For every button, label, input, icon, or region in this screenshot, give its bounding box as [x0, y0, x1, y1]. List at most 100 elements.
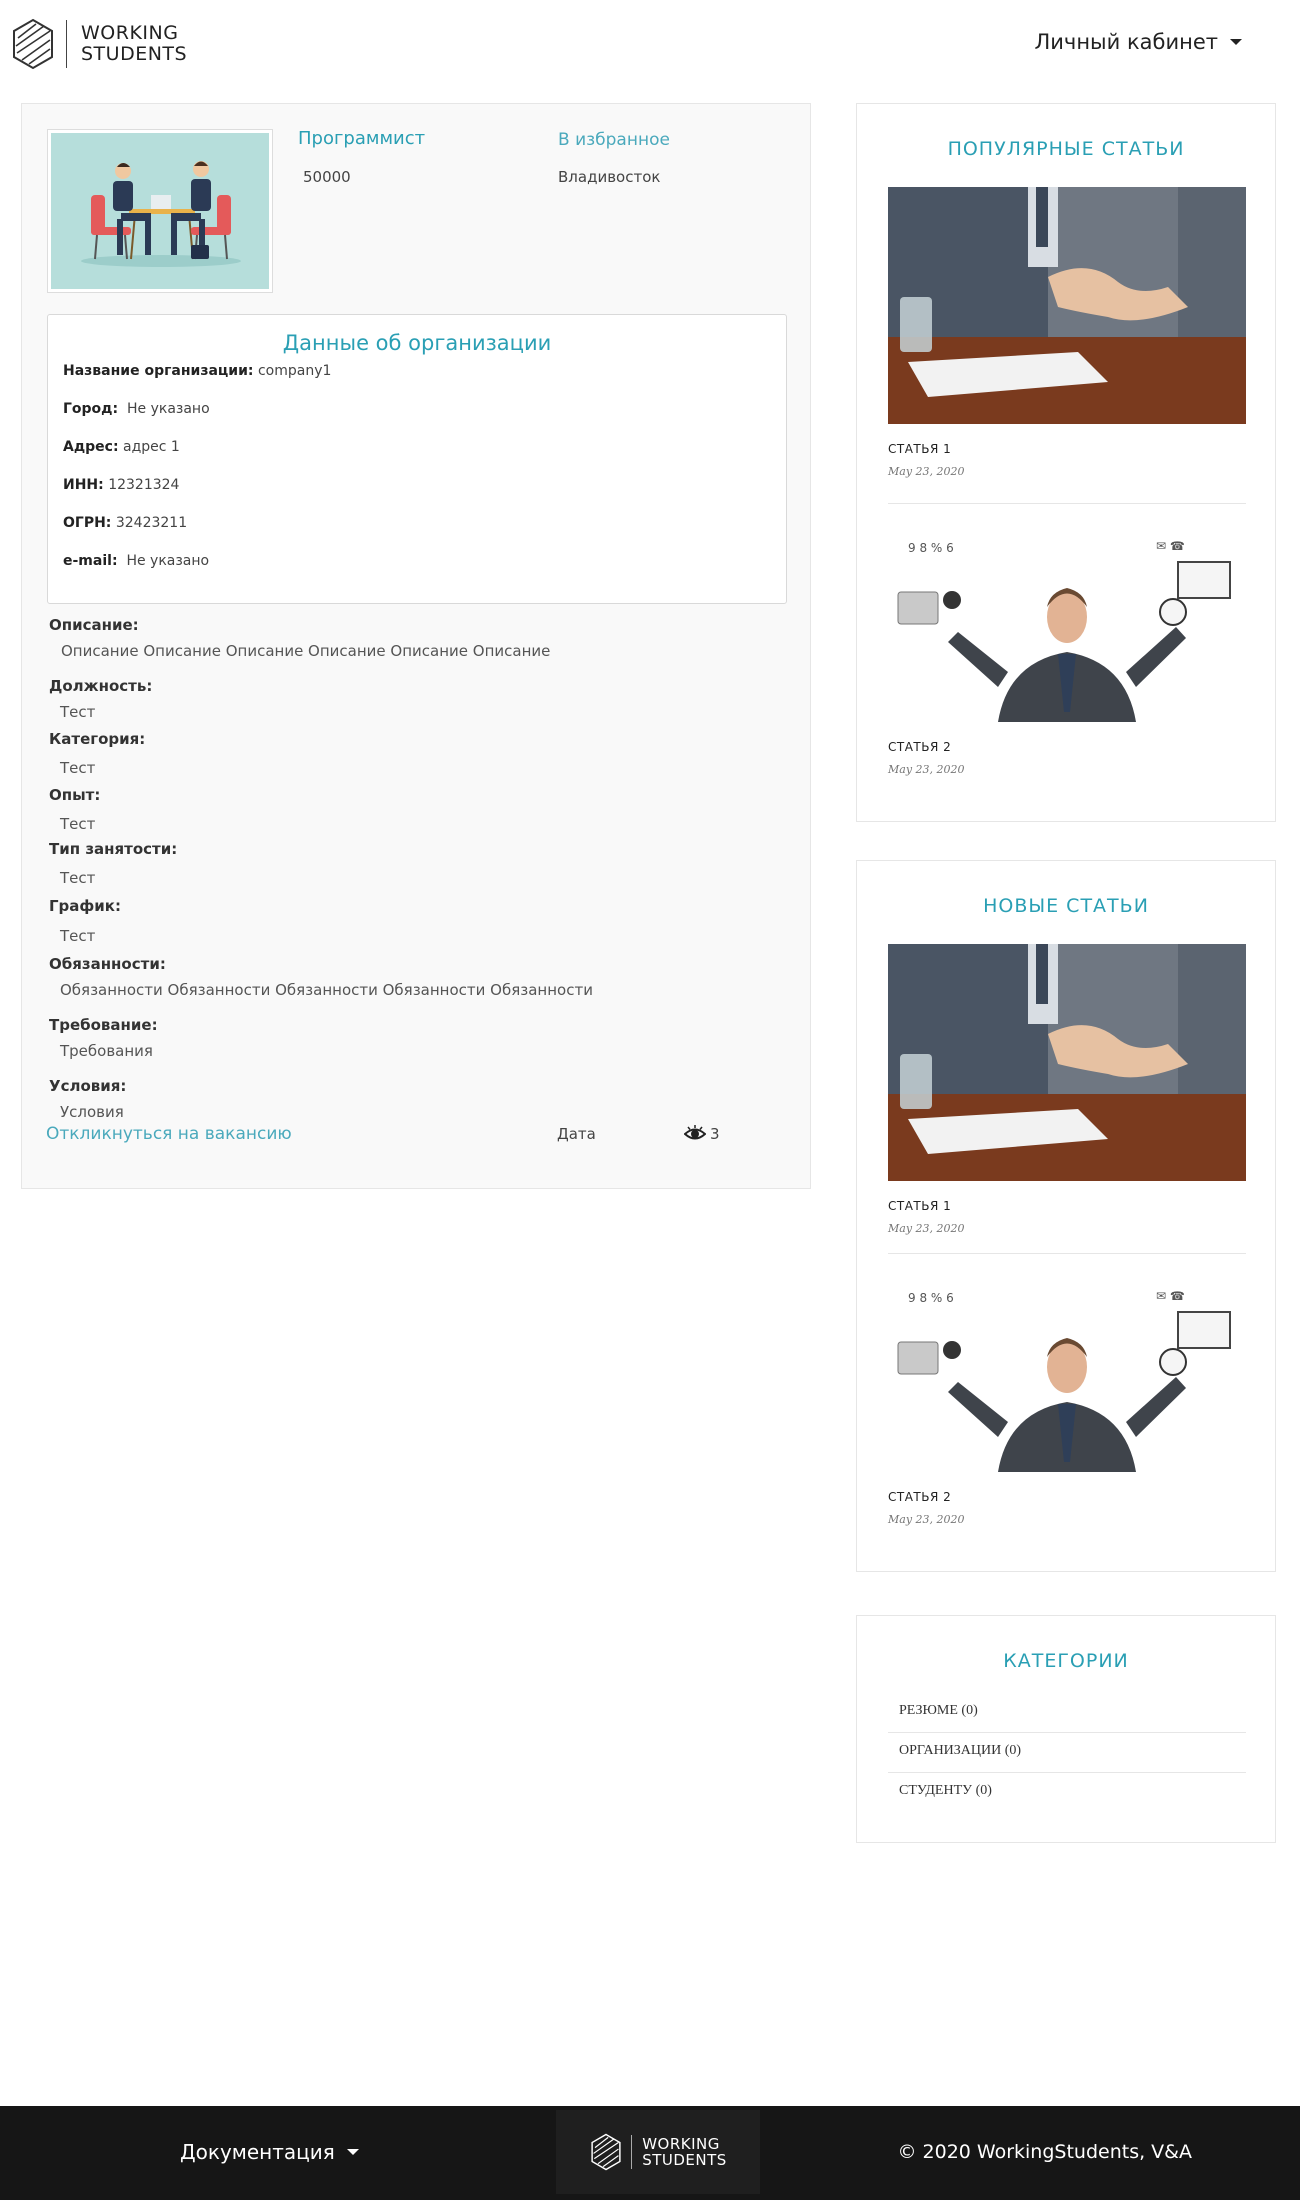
article-divider — [888, 503, 1246, 504]
org-row-label: e-mail: — [63, 553, 118, 569]
site-logo[interactable]: WORKING STUDENTS — [12, 18, 187, 70]
date-label: Дата — [557, 1125, 596, 1143]
categories-widget: КАТЕГОРИИ РЕЗЮМЕ (0) ОРГАНИЗАЦИИ (0) СТУ… — [856, 1615, 1276, 1843]
svg-text:9 8 % 6: 9 8 % 6 — [908, 1291, 954, 1305]
views-counter: 3 — [684, 1124, 720, 1144]
logo-divider — [66, 20, 67, 68]
article-image-handshake[interactable] — [888, 187, 1246, 424]
svg-text:✉ ☎: ✉ ☎ — [1156, 1289, 1185, 1303]
org-row-value: company1 — [257, 363, 332, 379]
article-name[interactable]: СТАТЬЯ 1 — [888, 1199, 1246, 1213]
field-value-category: Тест — [60, 759, 96, 777]
account-menu-dropdown[interactable]: Личный кабинет — [1034, 30, 1242, 54]
popular-articles-title: ПОПУЛЯРНЫЕ СТАТЬИ — [947, 138, 1185, 160]
logo-divider — [631, 2135, 633, 2169]
multitasking-man-photo-icon: 9 8 % 6 ✉ ☎ — [888, 522, 1246, 722]
copyright-text: © 2020 WorkingStudents, V&A — [897, 2141, 1192, 2163]
org-row-label: Город: — [63, 401, 119, 417]
article-image-multitasking[interactable]: 9 8 % 6 ✉ ☎ — [888, 522, 1246, 722]
vacancy-salary: 50000 — [303, 168, 351, 186]
documentation-dropdown[interactable]: Документация — [180, 2140, 359, 2164]
field-label-employment-type: Тип занятости: — [49, 840, 178, 858]
logo-line-2: STUDENTS — [642, 2151, 727, 2169]
apply-vacancy-link[interactable]: Откликнуться на вакансию — [46, 1124, 292, 1144]
org-row-value: 12321324 — [108, 477, 180, 493]
category-item-resume[interactable]: РЕЗЮМЕ (0) — [899, 1703, 978, 1719]
org-row-value: Не указано — [127, 401, 210, 417]
multitasking-man-photo-icon: 9 8 % 6 ✉ ☎ — [888, 1272, 1246, 1472]
field-label-position: Должность: — [49, 677, 153, 695]
org-row-label: ОГРН: — [63, 515, 112, 531]
article-card[interactable]: СТАТЬЯ 1 May 23, 2020 — [888, 944, 1246, 1235]
caret-down-icon — [1230, 39, 1242, 45]
interview-illustration-icon — [51, 133, 269, 289]
vacancy-illustration — [47, 129, 273, 293]
category-divider — [888, 1772, 1246, 1773]
logo-line-1: WORKING — [81, 22, 179, 44]
logo-line-2: STUDENTS — [81, 43, 188, 65]
article-card[interactable]: 9 8 % 6 ✉ ☎ СТАТЬЯ 2 May 23, 2020 — [888, 1272, 1246, 1526]
field-value-employment-type: Тест — [60, 869, 96, 887]
org-row-email: e-mail: Не указано — [63, 553, 209, 569]
caret-down-icon — [346, 2149, 359, 2155]
vacancy-city: Владивосток — [558, 168, 661, 186]
field-value-conditions: Условия — [60, 1103, 124, 1121]
org-row-value: Не указано — [126, 553, 210, 569]
article-name[interactable]: СТАТЬЯ 2 — [888, 1490, 1246, 1504]
categories-title: КАТЕГОРИИ — [1003, 1650, 1129, 1672]
category-divider — [888, 1732, 1246, 1733]
category-item-student[interactable]: СТУДЕНТУ (0) — [899, 1783, 992, 1799]
org-row-city: Город: Не указано — [63, 401, 210, 417]
handshake-photo-icon — [888, 944, 1246, 1181]
vacancy-title[interactable]: Программист — [298, 128, 425, 149]
field-label-experience: Опыт: — [49, 786, 101, 804]
svg-text:✉ ☎: ✉ ☎ — [1156, 539, 1185, 553]
hexagon-logo-icon — [13, 18, 53, 70]
views-count: 3 — [710, 1125, 720, 1143]
article-image-multitasking[interactable]: 9 8 % 6 ✉ ☎ — [888, 1272, 1246, 1472]
svg-text:9 8 % 6: 9 8 % 6 — [908, 541, 954, 555]
eye-icon — [684, 1125, 706, 1140]
field-label-description: Описание: — [49, 616, 139, 634]
org-row-label: ИНН: — [63, 477, 104, 493]
org-row-ogrn: ОГРН: 32423211 — [63, 515, 187, 531]
field-value-description: Описание Описание Описание Описание Опис… — [61, 642, 551, 660]
logo-text: WORKING STUDENTS — [81, 23, 187, 65]
article-image-handshake[interactable] — [888, 944, 1246, 1181]
field-label-requirements: Требование: — [49, 1016, 158, 1034]
add-to-favorites-link[interactable]: В избранное — [558, 130, 670, 150]
account-menu-label: Личный кабинет — [1034, 30, 1218, 54]
article-name[interactable]: СТАТЬЯ 1 — [888, 442, 1246, 456]
org-row-label: Название организации: — [63, 363, 254, 379]
article-divider — [888, 1253, 1246, 1254]
field-value-position: Тест — [60, 703, 96, 721]
field-label-duties: Обязанности: — [49, 955, 166, 973]
field-value-experience: Тест — [60, 815, 96, 833]
field-value-schedule: Тест — [60, 927, 96, 945]
hexagon-logo-icon — [591, 2133, 621, 2171]
field-label-schedule: График: — [49, 897, 121, 915]
org-row-address: Адрес: адрес 1 — [63, 439, 180, 455]
org-row-value: 32423211 — [115, 515, 188, 531]
new-articles-title: НОВЫЕ СТАТЬИ — [983, 895, 1149, 917]
vacancy-card: Программист 50000 В избранное Владивосто… — [21, 103, 811, 1189]
field-label-conditions: Условия: — [49, 1077, 127, 1095]
article-date: May 23, 2020 — [888, 763, 965, 776]
org-row-inn: ИНН: 12321324 — [63, 477, 179, 493]
category-item-organizations[interactable]: ОРГАНИЗАЦИИ (0) — [899, 1743, 1021, 1759]
popular-articles-widget: ПОПУЛЯРНЫЕ СТАТЬИ СТАТЬЯ 1 May 23, 2020 — [856, 103, 1276, 822]
article-date: May 23, 2020 — [888, 1513, 965, 1526]
org-row-name: Название организации: company1 — [63, 363, 331, 379]
article-name[interactable]: СТАТЬЯ 2 — [888, 740, 1246, 754]
org-row-value: адрес 1 — [123, 439, 180, 455]
organization-info-box: Данные об организации Название организац… — [47, 314, 787, 604]
new-articles-widget: НОВЫЕ СТАТЬИ СТАТЬЯ 1 May 23, 2020 9 8 %… — [856, 860, 1276, 1572]
article-date: May 23, 2020 — [888, 1222, 965, 1235]
footer-logo[interactable]: WORKING STUDENTS — [556, 2110, 760, 2194]
organization-heading: Данные об организации — [282, 331, 552, 355]
article-card[interactable]: 9 8 % 6 ✉ ☎ СТАТЬЯ 2 May 23, 2020 — [888, 522, 1246, 776]
site-header: WORKING STUDENTS Личный кабинет — [0, 0, 1300, 90]
article-card[interactable]: СТАТЬЯ 1 May 23, 2020 — [888, 187, 1246, 478]
logo-line-1: WORKING — [642, 2135, 720, 2153]
field-value-duties: Обязанности Обязанности Обязанности Обяз… — [60, 981, 593, 999]
